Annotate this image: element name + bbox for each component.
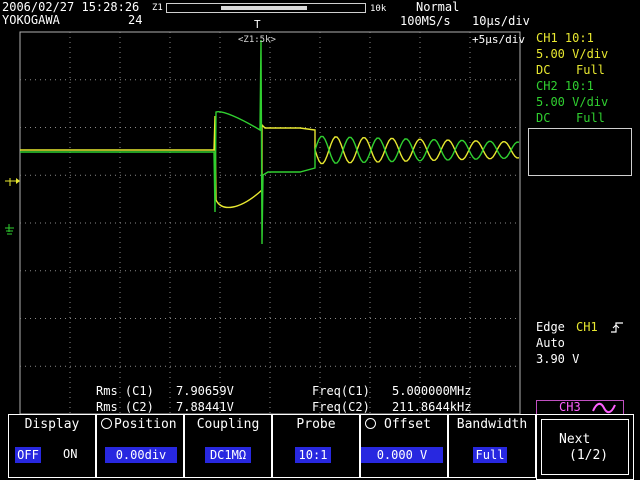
ch3-label: CH3 bbox=[559, 400, 581, 414]
position-softkey[interactable]: Position 0.00div bbox=[96, 414, 184, 478]
trigger-type: Edge bbox=[536, 320, 565, 334]
position-title: Position bbox=[101, 417, 187, 432]
next-page: (1/2) bbox=[569, 448, 609, 463]
ch1-name[interactable]: CH1 10:1 bbox=[536, 32, 594, 45]
offset-softkey[interactable]: Offset 0.000 V bbox=[360, 414, 448, 478]
ch2-name[interactable]: CH2 10:1 bbox=[536, 80, 594, 93]
next-label: Next bbox=[559, 432, 591, 447]
jog-knob-icon bbox=[101, 418, 112, 429]
zoom-time-per-div: +5µs/div bbox=[472, 33, 525, 46]
probe-value[interactable]: 10:1 bbox=[295, 447, 331, 463]
position-title-text: Position bbox=[114, 417, 177, 432]
freq-c2-label: Freq(C2) bbox=[312, 400, 370, 414]
offset-value[interactable]: 0.000 V bbox=[361, 447, 443, 463]
freq-c1-label: Freq(C1) bbox=[312, 384, 370, 398]
trigger-mode-auto: Auto bbox=[536, 336, 565, 350]
display-on-option[interactable]: ON bbox=[63, 448, 77, 461]
display-softkey[interactable]: Display OFF ON bbox=[8, 414, 96, 478]
jog-knob-icon bbox=[365, 418, 376, 429]
record-position-bar[interactable] bbox=[166, 3, 366, 13]
record-position-indicator bbox=[221, 6, 307, 10]
ch3-tab[interactable]: CH3 bbox=[536, 400, 624, 414]
probe-title: Probe bbox=[296, 417, 336, 432]
freq-c1-value: 5.000000MHz bbox=[392, 384, 472, 398]
ch1-bandwidth: Full bbox=[576, 63, 605, 77]
position-value[interactable]: 0.00div bbox=[105, 447, 177, 463]
wave-icon bbox=[592, 402, 616, 414]
ch1-vdiv: 5.00 V/div bbox=[536, 47, 609, 61]
ch1-coupling: DC bbox=[536, 63, 551, 77]
freq-c2-value: 211.8644kHz bbox=[392, 400, 472, 414]
brand-label: YOKOGAWA bbox=[2, 13, 60, 27]
probe-softkey[interactable]: Probe 10:1 bbox=[272, 414, 360, 478]
trigger-source: CH1 bbox=[576, 320, 598, 334]
rms-c2-value: 7.88441V bbox=[176, 400, 234, 414]
trigger-mode: Normal bbox=[416, 0, 460, 14]
ch2-coupling: DC bbox=[536, 111, 551, 125]
trigger-level-marker-icon bbox=[5, 178, 20, 186]
ch2-bandwidth: Full bbox=[576, 111, 605, 125]
rms-c1-value: 7.90659V bbox=[176, 384, 234, 398]
coupling-title: Coupling bbox=[196, 417, 260, 432]
next-softkey[interactable]: Next (1/2) bbox=[536, 414, 634, 480]
sample-rate: 100MS/s bbox=[400, 14, 451, 28]
offset-title-text: Offset bbox=[384, 417, 431, 432]
rising-edge-icon bbox=[611, 322, 623, 333]
time-per-div: 10µs/div bbox=[472, 14, 530, 28]
rms-c2-label: Rms (C2) bbox=[96, 400, 154, 414]
bandwidth-value[interactable]: Full bbox=[473, 447, 507, 463]
display-off-option[interactable]: OFF bbox=[15, 447, 41, 463]
ground-icon bbox=[5, 224, 14, 235]
bandwidth-title: Bandwidth bbox=[456, 417, 528, 432]
coupling-softkey[interactable]: Coupling DC1MΩ bbox=[184, 414, 272, 478]
record-length: 10k bbox=[370, 4, 387, 14]
zoom-box-label: <Z1:5k> bbox=[238, 35, 277, 45]
offset-title: Offset bbox=[365, 417, 451, 432]
channel-info-panel: CH1 10:1 5.00 V/div DC Full CH2 10:1 5.0… bbox=[520, 28, 640, 418]
next-button-frame bbox=[541, 419, 629, 475]
rms-c1-label: Rms (C1) bbox=[96, 384, 154, 398]
zoom-left-label: Z1 bbox=[152, 3, 163, 13]
trigger-level: 3.90 V bbox=[536, 352, 580, 366]
record-count: 24 bbox=[128, 13, 143, 27]
ch2-vdiv: 5.00 V/div bbox=[536, 95, 609, 109]
bandwidth-softkey[interactable]: Bandwidth Full bbox=[448, 414, 536, 478]
coupling-value[interactable]: DC1MΩ bbox=[205, 447, 251, 463]
display-title: Display bbox=[24, 417, 80, 432]
info-box bbox=[528, 128, 632, 176]
